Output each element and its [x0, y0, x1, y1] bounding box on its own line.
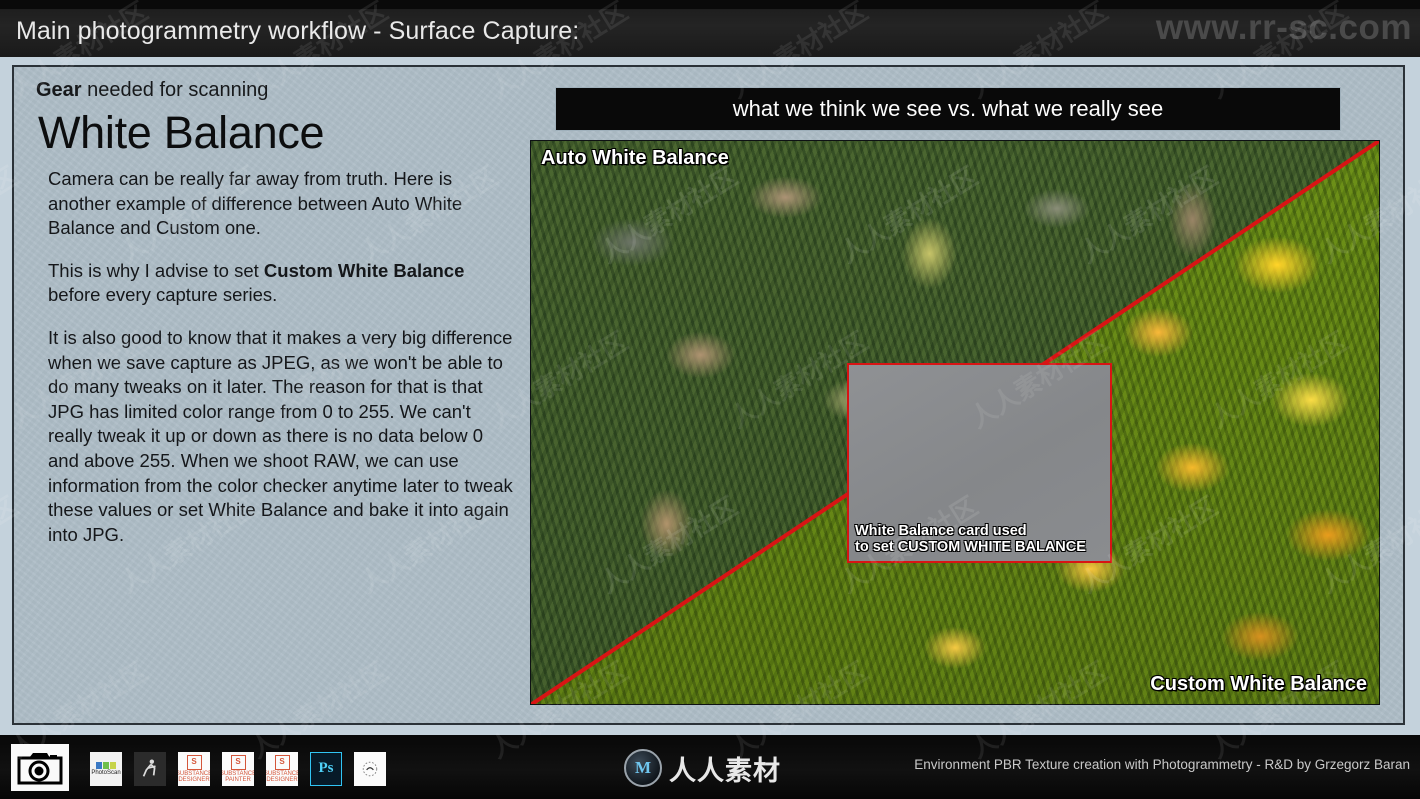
- body-paragraphs: Camera can be really far away from truth…: [26, 167, 531, 547]
- substance-designer-icon-2[interactable]: SSUBSTANCE DESIGNER: [266, 752, 298, 786]
- eyebrow-bold-word: Gear: [36, 79, 82, 101]
- substance-square: S: [230, 754, 246, 770]
- auto-white-balance-label: Auto White Balance: [541, 147, 729, 169]
- photoshop-icon[interactable]: Ps: [310, 752, 342, 786]
- runner-app-icon[interactable]: [134, 752, 166, 786]
- footer-credit-text: Environment PBR Texture creation with Ph…: [914, 757, 1410, 772]
- brand-name-text: 人人素材: [669, 755, 781, 786]
- white-balance-card-caption: White Balance card used to set CUSTOM WH…: [855, 523, 1086, 555]
- card-caption-line-2: to set CUSTOM WHITE BALANCE: [855, 538, 1086, 555]
- application-icon-strip: PhotoScanSSUBSTANCE DESIGNERSSUBSTANCE P…: [90, 750, 386, 788]
- paragraph-text: It is also good to know that it makes a …: [48, 326, 513, 545]
- photoscan-icon[interactable]: PhotoScan: [90, 752, 122, 786]
- camera-icon: [11, 744, 69, 791]
- slide-outer-frame: Gear needed for scanning White Balance C…: [0, 57, 1420, 735]
- emphasised-text: Custom White Balance: [263, 259, 465, 281]
- white-balance-card: White Balance card used to set CUSTOM WH…: [847, 363, 1112, 563]
- body-paragraph: It is also good to know that it makes a …: [48, 326, 518, 547]
- app-icon-label: SUBSTANCE DESIGNER: [266, 770, 298, 783]
- top-header-bar: Main photogrammetry workflow - Surface C…: [0, 0, 1420, 57]
- page-title: Main photogrammetry workflow - Surface C…: [16, 17, 580, 45]
- card-caption-line-1: White Balance card used: [855, 522, 1027, 539]
- paragraph-text: This is why I advise to set: [48, 259, 264, 281]
- photo-caption-text: what we think we see vs. what we really …: [732, 96, 1164, 121]
- site-watermark: www.rr-sc.com: [1155, 8, 1412, 47]
- brand-ring-icon: M: [624, 749, 662, 787]
- substance-designer-icon[interactable]: SSUBSTANCE DESIGNER: [178, 752, 210, 786]
- brand-watermark-logo: M 人人素材: [624, 748, 781, 788]
- comparison-photo: Auto White Balance White Balance card us…: [530, 140, 1380, 705]
- eyebrow-rest: needed for scanning: [81, 79, 269, 101]
- runner-glyph: [142, 759, 156, 777]
- left-text-column: Gear needed for scanning White Balance C…: [26, 79, 531, 565]
- slide-heading: White Balance: [38, 107, 325, 158]
- app-icon-label: PhotoScan: [91, 769, 121, 776]
- camera-glyph: [17, 752, 63, 784]
- body-paragraph: Camera can be really far away from truth…: [48, 167, 518, 241]
- paragraph-text: before every capture series.: [48, 284, 278, 306]
- app-icon-label: SUBSTANCE DESIGNER: [178, 770, 210, 783]
- slide-canvas: Gear needed for scanning White Balance C…: [12, 65, 1405, 725]
- paragraph-text: Camera can be really far away from truth…: [48, 168, 463, 239]
- custom-white-balance-label: Custom White Balance: [1150, 673, 1367, 695]
- quixel-glyph: [362, 761, 378, 777]
- substance-painter-icon[interactable]: SSUBSTANCE PAINTER: [222, 752, 254, 786]
- body-paragraph: This is why I advise to set Custom White…: [48, 259, 518, 308]
- photo-caption-banner: what we think we see vs. what we really …: [555, 87, 1341, 131]
- quixel-ddo-icon[interactable]: [354, 752, 386, 786]
- app-icon-label: SUBSTANCE PAINTER: [222, 770, 254, 783]
- section-eyebrow: Gear needed for scanning: [36, 79, 531, 102]
- substance-square: S: [186, 754, 202, 770]
- substance-square: S: [274, 754, 290, 770]
